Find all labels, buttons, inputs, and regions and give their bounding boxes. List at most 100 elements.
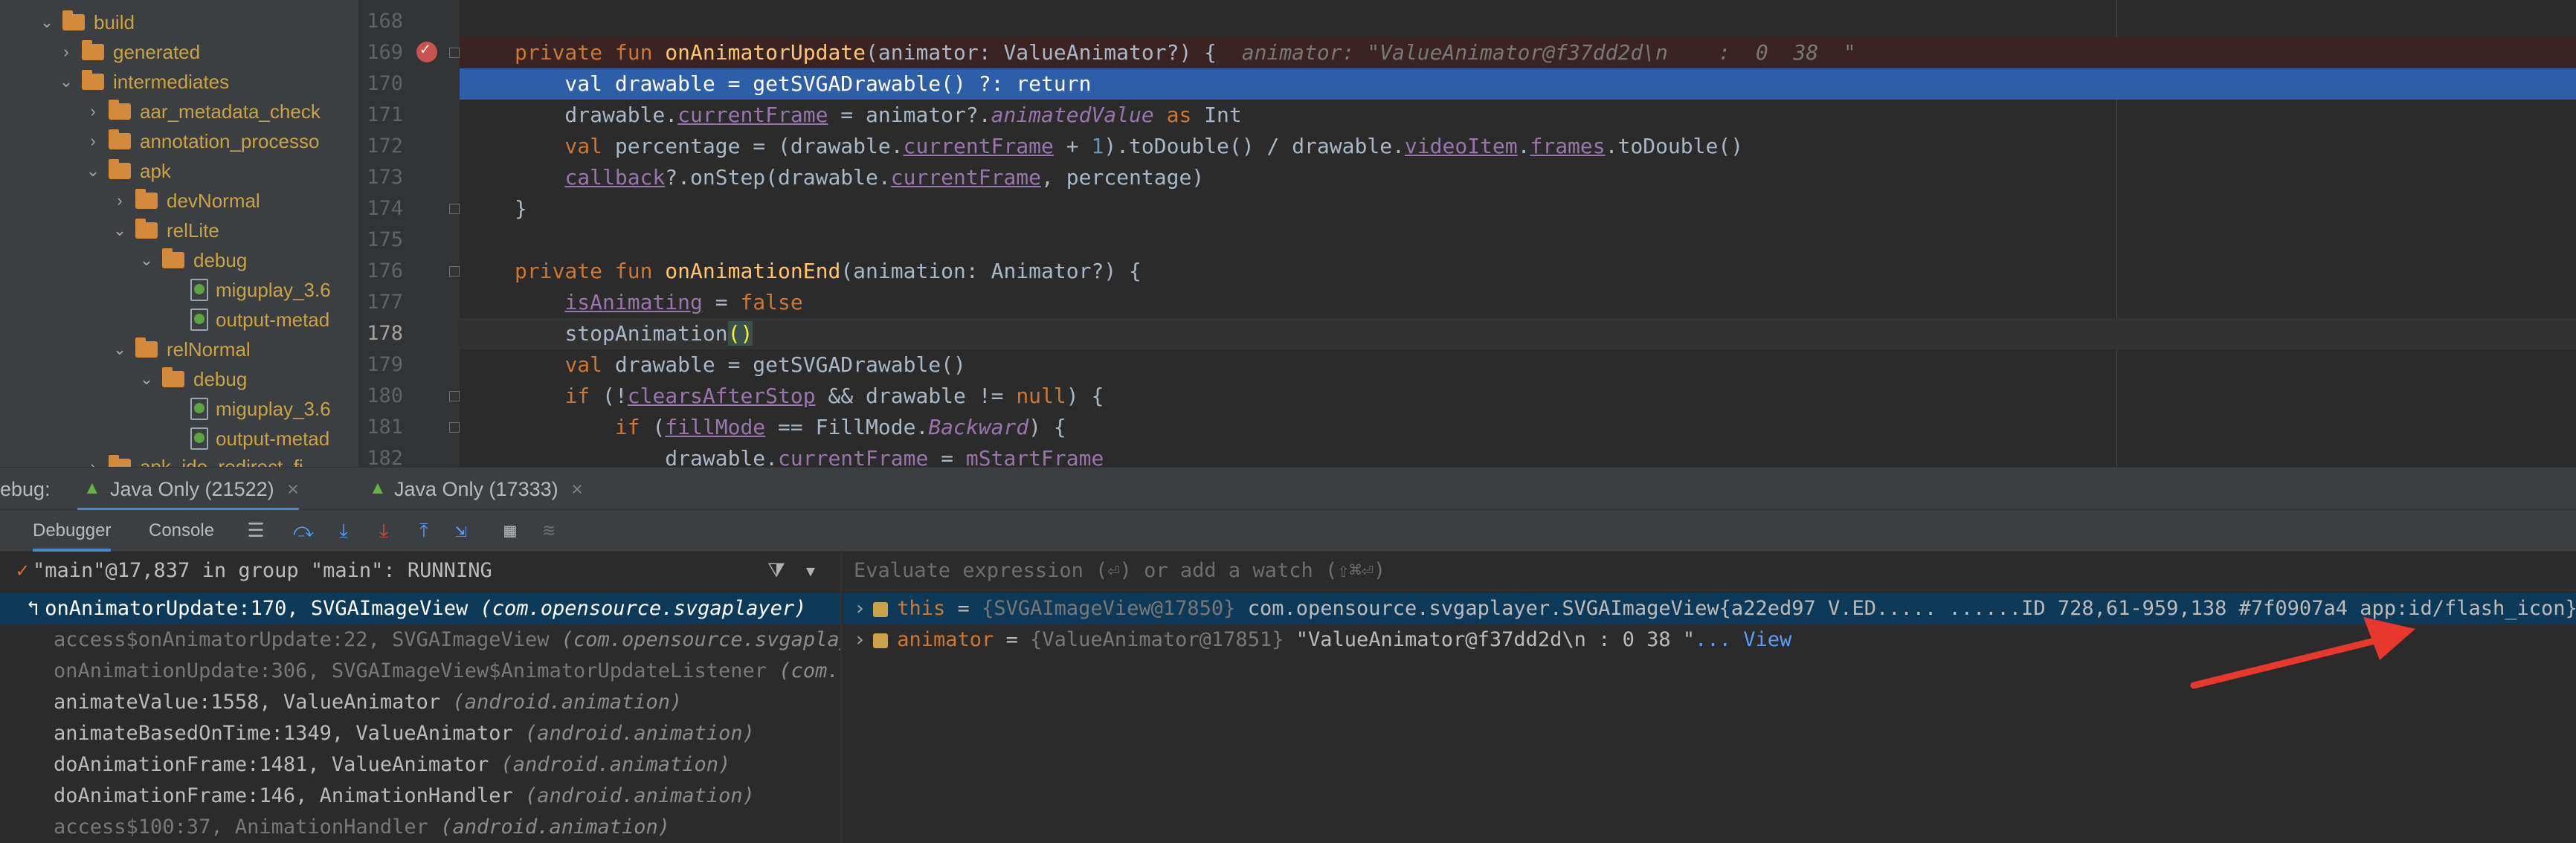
code-line-171[interactable]: drawable.currentFrame = animator?.animat…: [460, 100, 2576, 131]
view-link[interactable]: ... View: [1695, 628, 1791, 651]
inline-debug-hint: animator: "ValueAnimator@f37dd2d\n : 0 3…: [1241, 40, 1856, 65]
folder-icon: [62, 10, 85, 30]
tab-java-only-21522[interactable]: ▲ Java Only (21522) ×: [77, 468, 299, 511]
code-line-174[interactable]: }: [460, 193, 2576, 225]
debugger-toolbar: Debugger Console ☰ ⤼ ⤓ ⤓ ⤒ ⇲ ▦ ≋: [0, 510, 2576, 552]
tree-node-annotation-processor[interactable]: › annotation_processo: [83, 126, 319, 156]
code-line-181[interactable]: if (fillMode == FillMode.Backward) {: [460, 412, 2576, 443]
chevron-down-icon[interactable]: ⌄: [110, 340, 129, 359]
chevron-down-icon[interactable]: ⌄: [57, 72, 76, 91]
apk-file-icon: [190, 279, 208, 301]
run-to-cursor-icon[interactable]: ⇲: [449, 519, 473, 543]
tab-console[interactable]: Console: [149, 510, 214, 552]
tab-java-only-17333[interactable]: ▲ Java Only (17333) ×: [364, 468, 583, 511]
frame-item[interactable]: doAnimationFrame:146, AnimationHandler (…: [0, 781, 840, 812]
filter-icon[interactable]: ⧩: [767, 552, 785, 590]
editor-gutter[interactable]: 168 169 170 171 172 173 174 175 176 177 …: [358, 0, 460, 470]
tree-node-file-apk-2[interactable]: miguplay_3.6: [190, 394, 331, 424]
tree-node-apk-ide-redirect[interactable]: › apk_ide_redirect_fi: [83, 452, 303, 467]
frame-item[interactable]: onAnimationUpdate:306, SVGAImageView$Ani…: [0, 656, 840, 687]
code-line-176[interactable]: private fun onAnimationEnd(animation: An…: [460, 256, 2576, 287]
chevron-right-icon[interactable]: ›: [854, 597, 866, 620]
line-number: 177: [367, 291, 403, 314]
variables-panel[interactable]: Evaluate expression (⏎) or add a watch (…: [843, 552, 2576, 843]
chevron-right-icon[interactable]: ›: [83, 132, 103, 151]
tab-debugger[interactable]: Debugger: [33, 510, 112, 552]
fold-marker-icon[interactable]: [449, 266, 460, 277]
tree-node-apk[interactable]: ⌄ apk: [83, 156, 171, 186]
code-line-182[interactable]: drawable.currentFrame = mStartFrame: [460, 443, 2576, 467]
chevron-right-icon[interactable]: ›: [110, 191, 129, 210]
project-tree[interactable]: ⌄ build › generated ⌄ intermediates › aar_me…: [0, 0, 358, 467]
frame-item[interactable]: ↰ onAnimatorUpdate:170, SVGAImageView (co…: [0, 593, 840, 624]
step-out-icon[interactable]: ⤒: [412, 519, 436, 543]
tree-node-file-metadata-2[interactable]: output-metad: [190, 424, 329, 453]
field-icon: [873, 601, 889, 617]
code-line-172[interactable]: val percentage = (drawable.currentFrame …: [460, 131, 2576, 162]
frame-item[interactable]: access$100:37, AnimationHandler (android…: [0, 812, 840, 843]
evaluate-icon[interactable]: ▦: [498, 519, 522, 543]
tree-node-rellite[interactable]: ⌄ relLite: [110, 216, 219, 245]
json-file-icon: [190, 309, 208, 331]
tree-node-build[interactable]: ⌄ build: [37, 7, 135, 37]
fold-marker-icon[interactable]: [449, 48, 460, 58]
tree-node-generated[interactable]: › generated: [57, 37, 200, 67]
breakpoint-icon[interactable]: [416, 40, 437, 62]
menu-icon[interactable]: ☰: [244, 519, 268, 543]
tree-node-intermediates[interactable]: ⌄ intermediates: [57, 67, 229, 97]
frame-item[interactable]: animateValue:1558, ValueAnimator (androi…: [0, 687, 840, 718]
trace-icon[interactable]: ≋: [537, 519, 561, 543]
tree-node-aar-metadata-check[interactable]: › aar_metadata_check: [83, 97, 321, 126]
frame-item[interactable]: access$onAnimatorUpdate:22, SVGAImageVie…: [0, 624, 840, 656]
chevron-down-icon[interactable]: ⌄: [110, 221, 129, 240]
fold-marker-icon[interactable]: [449, 391, 460, 401]
step-into-icon[interactable]: ⤓: [332, 519, 355, 543]
chevron-right-icon[interactable]: ›: [854, 628, 866, 651]
chevron-down-icon[interactable]: ⌄: [37, 13, 57, 32]
code-line-170-execution-point[interactable]: val drawable = getSVGADrawable() ?: retu…: [460, 68, 2576, 100]
chevron-down-icon[interactable]: ⌄: [83, 161, 103, 181]
fold-marker-icon[interactable]: [449, 204, 460, 214]
fold-marker-icon[interactable]: [449, 422, 460, 433]
line-number: 176: [367, 259, 403, 282]
tree-node-relnormal-debug[interactable]: ⌄ debug: [137, 364, 247, 394]
thread-selector[interactable]: ✓ "main"@17,837 in group "main": RUNNING…: [0, 552, 840, 590]
frame-item[interactable]: doAnimationFrame:1481, ValueAnimator (an…: [0, 749, 840, 781]
line-number: 175: [367, 228, 403, 251]
chevron-down-icon[interactable]: ▼: [806, 552, 815, 590]
tree-node-file-metadata[interactable]: output-metad: [190, 305, 329, 335]
tree-node-rellite-debug[interactable]: ⌄ debug: [137, 245, 247, 275]
code-line-177[interactable]: isAnimating = false: [460, 287, 2576, 318]
close-icon[interactable]: ×: [287, 478, 299, 500]
code-line-180[interactable]: if (!clearsAfterStop && drawable != null…: [460, 381, 2576, 412]
frames-panel[interactable]: ✓ "main"@17,837 in group "main": RUNNING…: [0, 552, 842, 843]
line-number-current: 178: [367, 322, 403, 345]
folder-icon: [135, 337, 158, 358]
force-step-into-icon[interactable]: ⤓: [372, 519, 396, 543]
close-icon[interactable]: ×: [571, 478, 583, 500]
line-number: 173: [367, 166, 403, 189]
tree-node-relnormal[interactable]: ⌄ relNormal: [110, 335, 251, 364]
code-line-179[interactable]: val drawable = getSVGADrawable(): [460, 349, 2576, 381]
variable-row[interactable]: › this = {SVGAImageView@17850} com.openso…: [843, 593, 2576, 624]
chevron-right-icon[interactable]: ›: [83, 102, 103, 121]
step-over-icon[interactable]: ⤼: [292, 519, 315, 543]
tree-node-file-apk[interactable]: miguplay_3.6: [190, 275, 331, 305]
tree-node-devnormal[interactable]: › devNormal: [110, 186, 260, 216]
line-number: 170: [367, 72, 403, 95]
code-line-169[interactable]: private fun onAnimatorUpdate(animator: V…: [460, 37, 2576, 68]
code-editor[interactable]: private fun onAnimatorUpdate(animator: V…: [460, 0, 2576, 467]
variable-row[interactable]: › animator = {ValueAnimator@17851} "Value…: [843, 624, 2576, 656]
folder-icon: [162, 248, 184, 268]
check-icon: ✓: [16, 559, 29, 582]
code-line-178-caret[interactable]: stopAnimation(): [460, 318, 2576, 349]
evaluate-expression-input[interactable]: Evaluate expression (⏎) or add a watch (…: [843, 552, 2576, 590]
debug-label: ebug:: [0, 478, 51, 500]
frame-item[interactable]: animateBasedOnTime:1349, ValueAnimator (…: [0, 718, 840, 749]
chevron-down-icon[interactable]: ⌄: [137, 369, 156, 389]
chevron-right-icon[interactable]: ›: [57, 42, 76, 62]
code-line-173[interactable]: callback?.onStep(drawable.currentFrame, …: [460, 162, 2576, 193]
chevron-right-icon[interactable]: ›: [83, 457, 103, 467]
chevron-down-icon[interactable]: ⌄: [137, 251, 156, 270]
folder-icon: [109, 129, 131, 149]
